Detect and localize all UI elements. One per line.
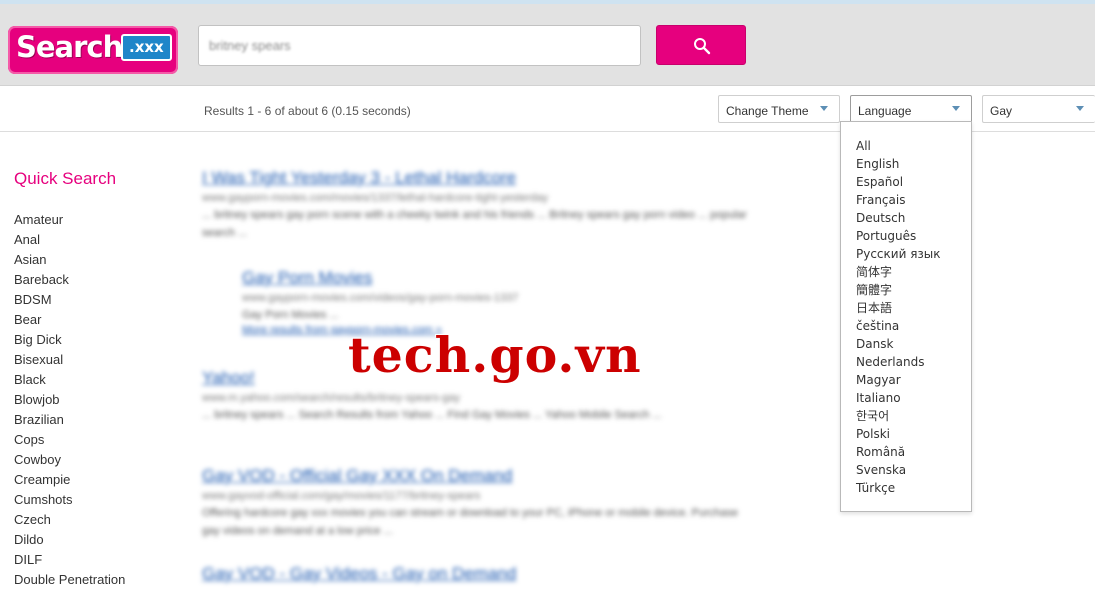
language-option[interactable]: Dansk	[856, 335, 941, 353]
category-link[interactable]: BDSM	[14, 290, 125, 310]
language-menu: All English Español Français Deutsch Por…	[840, 121, 972, 512]
result-snippet: Offering hardcore gay xxx movies you can…	[202, 507, 739, 537]
category-link[interactable]: Creampie	[14, 470, 125, 490]
category-link[interactable]: Czech	[14, 510, 125, 530]
category-link[interactable]: Black	[14, 370, 125, 390]
category-link[interactable]: Cumshots	[14, 490, 125, 510]
result-title-link[interactable]: Gay Porn Movies	[242, 268, 518, 288]
result-title-link[interactable]: Gay VOD - Official Gay XXX On Demand	[202, 466, 747, 486]
logo-tld-badge: .xxx	[121, 34, 172, 61]
language-option[interactable]: Português	[856, 227, 941, 245]
category-link[interactable]: Brazilian	[14, 410, 125, 430]
result-url: www.gayvod-official.com/gay/movies/1177/…	[202, 490, 481, 502]
result-url: www.m.yahoo.com/search/results/britney-s…	[202, 392, 460, 404]
category-link[interactable]: Double Penetration	[14, 570, 125, 590]
category-link[interactable]: Cowboy	[14, 450, 125, 470]
category-dropdown[interactable]: Gay	[982, 95, 1095, 123]
language-option[interactable]: All	[856, 137, 941, 155]
quick-search-list: Amateur Anal Asian Bareback BDSM Bear Bi…	[14, 210, 125, 590]
language-dropdown[interactable]: Language	[850, 95, 972, 123]
category-link[interactable]: Asian	[14, 250, 125, 270]
language-option[interactable]: 簡體字	[856, 281, 941, 299]
result-url: www.gayporn-movies.com/videos/gay-porn-m…	[242, 292, 519, 304]
search-result: Gay VOD - Official Gay XXX On Demand www…	[202, 466, 747, 540]
language-option[interactable]: English	[856, 155, 941, 173]
change-theme-label: Change Theme	[726, 104, 809, 118]
language-option[interactable]: čeština	[856, 317, 941, 335]
language-option[interactable]: 한국어	[856, 407, 941, 425]
language-option[interactable]: Română	[856, 443, 941, 461]
category-link[interactable]: Blowjob	[14, 390, 125, 410]
search-query-text: britney spears	[209, 38, 291, 53]
results-count: Results 1 - 6 of about 6 (0.15 seconds)	[204, 104, 411, 118]
category-link[interactable]: Amateur	[14, 210, 125, 230]
result-url: www.gayporn-movies.com/movies/1337/letha…	[202, 192, 549, 204]
chevron-down-icon	[1076, 106, 1084, 111]
result-snippet: ... britney spears gay porn scene with a…	[202, 209, 747, 239]
language-option[interactable]: Italiano	[856, 389, 941, 407]
site-logo[interactable]: Search .xxx	[8, 26, 178, 74]
category-link[interactable]: Dildo	[14, 530, 125, 550]
category-label: Gay	[990, 104, 1013, 118]
quick-search-title: Quick Search	[14, 169, 117, 188]
language-option[interactable]: Español	[856, 173, 941, 191]
site-header: Search .xxx britney spears	[0, 4, 1095, 86]
language-option[interactable]: Русский язык	[856, 245, 941, 263]
watermark-text: tech.go.vn	[348, 326, 642, 384]
language-option[interactable]: Deutsch	[856, 209, 941, 227]
result-title-link[interactable]: Gay VOD - Gay Videos - Gay on Demand	[202, 564, 516, 584]
language-option[interactable]: Türkçe	[856, 479, 941, 497]
language-option[interactable]: Magyar	[856, 371, 941, 389]
category-link[interactable]: Bareback	[14, 270, 125, 290]
language-label: Language	[858, 104, 912, 118]
change-theme-dropdown[interactable]: Change Theme	[718, 95, 840, 123]
search-result: I Was Tight Yesterday 3 - Lethal Hardcor…	[202, 168, 747, 242]
search-input[interactable]: britney spears	[198, 25, 641, 66]
logo-word: Search	[16, 30, 123, 64]
category-link[interactable]: DILF	[14, 550, 125, 570]
category-link[interactable]: Cops	[14, 430, 125, 450]
language-option[interactable]: 日本語	[856, 299, 941, 317]
language-option[interactable]: Svenska	[856, 461, 941, 479]
language-option[interactable]: Français	[856, 191, 941, 209]
search-button[interactable]	[656, 25, 746, 65]
category-link[interactable]: Big Dick	[14, 330, 125, 350]
language-option[interactable]: Nederlands	[856, 353, 941, 371]
language-option[interactable]: 简体字	[856, 263, 941, 281]
search-icon	[694, 38, 711, 55]
result-title-link[interactable]: I Was Tight Yesterday 3 - Lethal Hardcor…	[202, 168, 747, 188]
result-snippet: ... britney spears ... Search Results fr…	[202, 409, 662, 421]
language-option[interactable]: Polski	[856, 425, 941, 443]
search-result: Gay VOD - Gay Videos - Gay on Demand	[202, 564, 516, 584]
chevron-down-icon	[820, 106, 828, 111]
category-link[interactable]: Anal	[14, 230, 125, 250]
chevron-down-icon	[952, 106, 960, 111]
result-snippet: Gay Porn Movies ...	[242, 309, 339, 321]
category-link[interactable]: Bisexual	[14, 350, 125, 370]
category-link[interactable]: Bear	[14, 310, 125, 330]
